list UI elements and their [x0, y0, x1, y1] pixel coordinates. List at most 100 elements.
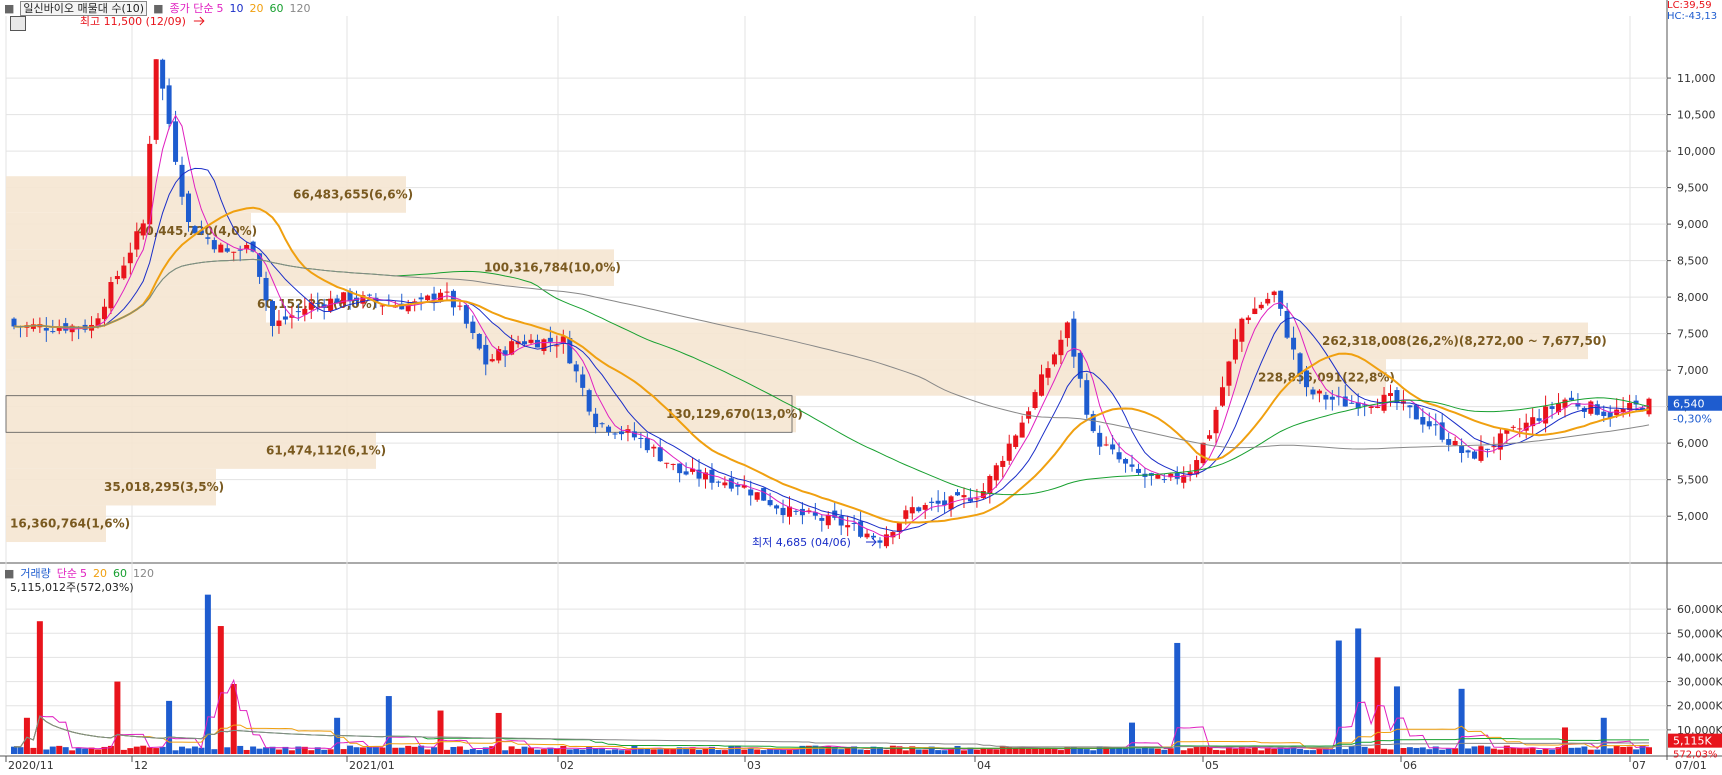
volume-bar[interactable]	[1335, 640, 1342, 754]
volume-bar[interactable]	[1167, 748, 1174, 754]
volume-bar[interactable]	[1613, 745, 1620, 754]
volume-bar[interactable]	[424, 749, 431, 754]
volume-bar[interactable]	[1574, 747, 1581, 754]
volume-bar[interactable]	[864, 750, 871, 754]
volume-bar[interactable]	[592, 748, 599, 754]
volume-bar[interactable]	[1633, 749, 1640, 754]
candle[interactable]	[1472, 450, 1478, 460]
volume-bar[interactable]	[1180, 750, 1187, 754]
volume-bar[interactable]	[166, 700, 173, 754]
volume-bar[interactable]	[1536, 749, 1543, 754]
volume-bar[interactable]	[1245, 748, 1252, 754]
volume-bar[interactable]	[204, 594, 211, 754]
volume-bar[interactable]	[56, 745, 63, 754]
volume-bar[interactable]	[120, 749, 127, 754]
candle[interactable]	[1200, 442, 1206, 466]
volume-bar[interactable]	[1542, 748, 1549, 754]
volume-bar[interactable]	[1626, 746, 1633, 754]
volume-bar[interactable]	[1083, 749, 1090, 754]
volume-bar[interactable]	[889, 745, 896, 754]
volume-bar[interactable]	[1213, 749, 1220, 754]
volume-bar[interactable]	[1090, 750, 1097, 754]
volume-bar[interactable]	[1329, 749, 1336, 754]
volume-bar[interactable]	[1426, 749, 1433, 754]
volume-bar[interactable]	[1129, 722, 1136, 754]
volume-bar[interactable]	[527, 747, 534, 754]
volume-bar[interactable]	[1387, 749, 1394, 754]
volume-bar[interactable]	[489, 746, 496, 754]
volume-bar[interactable]	[372, 747, 379, 754]
volume-bar[interactable]	[1381, 748, 1388, 754]
volume-bar[interactable]	[114, 681, 121, 754]
volume-bar[interactable]	[1587, 749, 1594, 754]
volume-bar[interactable]	[1368, 748, 1375, 754]
volume-bar[interactable]	[599, 748, 606, 754]
volume-bar[interactable]	[973, 749, 980, 754]
volume-bar[interactable]	[1012, 748, 1019, 754]
volume-bar[interactable]	[411, 746, 418, 754]
volume-bar[interactable]	[1581, 746, 1588, 754]
volume-bar[interactable]	[366, 746, 373, 754]
volume-bar[interactable]	[986, 749, 993, 754]
stock-chart[interactable]: 5,0005,5006,0006,5007,0007,5008,0008,500…	[0, 0, 1722, 775]
volume-bar[interactable]	[922, 749, 929, 754]
volume-bar[interactable]	[30, 747, 37, 754]
volume-bar[interactable]	[1516, 748, 1523, 754]
volume-bar[interactable]	[1154, 748, 1161, 754]
volume-bar[interactable]	[185, 748, 192, 754]
volume-bar[interactable]	[1096, 746, 1103, 754]
volume-bar[interactable]	[1148, 748, 1155, 754]
volume-bar[interactable]	[999, 745, 1006, 754]
volume-bar[interactable]	[43, 749, 50, 754]
volume-bar[interactable]	[250, 746, 257, 754]
candle[interactable]	[1032, 389, 1038, 410]
volume-bar[interactable]	[1271, 748, 1278, 754]
volume-bar[interactable]	[1510, 748, 1517, 754]
volume-bar[interactable]	[624, 750, 631, 754]
volume-bar[interactable]	[95, 749, 102, 754]
volume-bar[interactable]	[476, 750, 483, 754]
volume-bar[interactable]	[734, 745, 741, 754]
volume-bar[interactable]	[69, 750, 76, 754]
volume-bar[interactable]	[327, 749, 334, 754]
volume-bar[interactable]	[1419, 747, 1426, 754]
volume-bar[interactable]	[1342, 749, 1349, 754]
volume-bar[interactable]	[17, 747, 24, 754]
volume-bar[interactable]	[1529, 747, 1536, 754]
volume-bar[interactable]	[1264, 748, 1271, 754]
volume-bar[interactable]	[915, 749, 922, 754]
volume-bar[interactable]	[612, 749, 619, 754]
grid-icon[interactable]	[10, 16, 26, 31]
volume-bar[interactable]	[146, 747, 153, 754]
volume-bar[interactable]	[1465, 748, 1472, 754]
volume-bar[interactable]	[1309, 750, 1316, 754]
candle[interactable]	[586, 388, 592, 416]
volume-bar[interactable]	[179, 746, 186, 754]
volume-bar[interactable]	[1646, 747, 1652, 754]
volume-bar[interactable]	[586, 746, 593, 754]
volume-bar[interactable]	[993, 749, 1000, 754]
volume-bar[interactable]	[1032, 748, 1039, 754]
volume-bar[interactable]	[521, 746, 528, 754]
volume-bar[interactable]	[721, 750, 728, 754]
volume-bar[interactable]	[515, 748, 522, 754]
volume-bar[interactable]	[1161, 749, 1168, 754]
volume-bar[interactable]	[573, 749, 580, 754]
volume-bar[interactable]	[1477, 745, 1484, 754]
volume-bar[interactable]	[256, 748, 263, 754]
volume-bar[interactable]	[379, 747, 386, 754]
volume-bar[interactable]	[657, 749, 664, 754]
volume-bar[interactable]	[82, 748, 89, 754]
volume-bar[interactable]	[508, 746, 515, 754]
volume-bar[interactable]	[741, 749, 748, 754]
volume-bar[interactable]	[941, 750, 948, 754]
candle[interactable]	[166, 78, 172, 130]
volume-bar[interactable]	[534, 749, 541, 754]
volume-bar[interactable]	[760, 750, 767, 754]
volume-bar[interactable]	[392, 747, 399, 754]
volume-bar[interactable]	[1452, 748, 1459, 754]
volume-bar[interactable]	[502, 750, 509, 754]
volume-bar[interactable]	[1607, 748, 1614, 754]
volume-bar[interactable]	[140, 745, 147, 754]
volume-bar[interactable]	[224, 747, 231, 754]
